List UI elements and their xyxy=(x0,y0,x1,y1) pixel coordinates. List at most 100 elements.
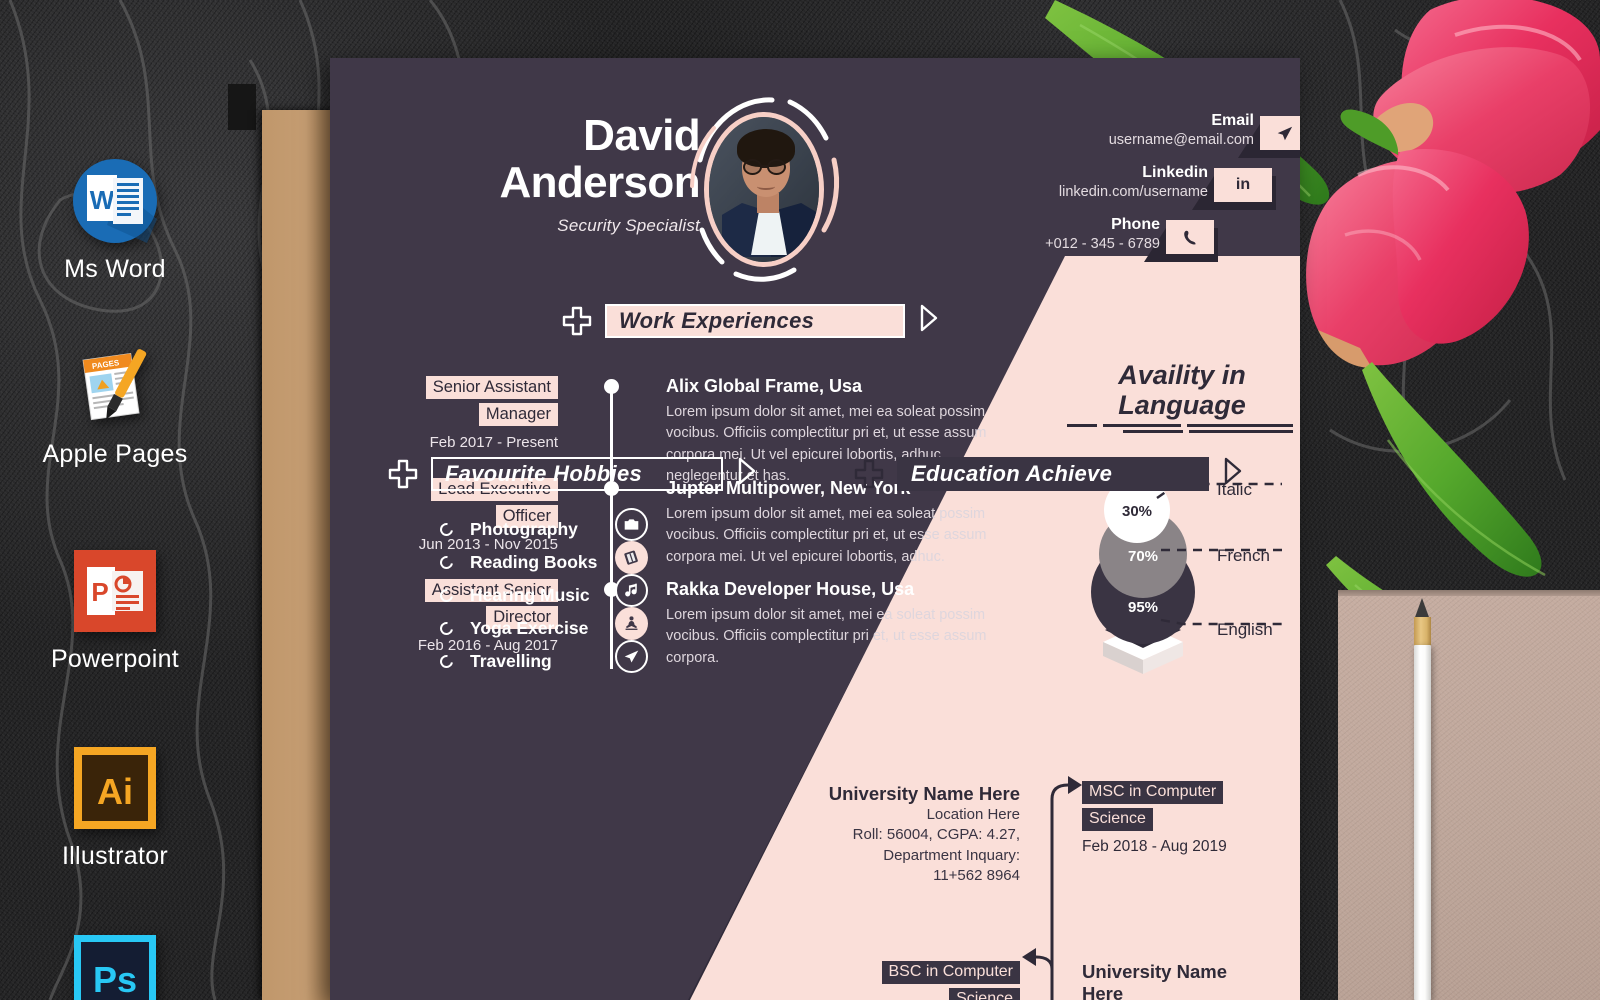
name-block: David Anderson Security Specialist xyxy=(390,111,700,236)
hobby-label: Yoga Exercise xyxy=(470,618,589,638)
plus-icon xyxy=(388,459,418,489)
ms-word-icon: W xyxy=(0,155,230,247)
hobby-item: Reading Books xyxy=(437,546,690,579)
contact-row-phone[interactable]: Phone +012 - 345 - 6789 xyxy=(990,216,1300,272)
first-name: David xyxy=(583,111,700,160)
hobby-bullet-icon xyxy=(437,553,456,572)
contact-text: Phone +012 - 345 - 6789 xyxy=(930,216,1160,254)
education-date: Feb 2018 - Aug 2019 xyxy=(1082,837,1227,855)
language-legend-french: French xyxy=(1217,546,1270,565)
experience-meta: Senior Assistant Manager Feb 2017 - Presen… xyxy=(376,376,558,451)
experience-company: Rakka Developer House, Usa xyxy=(666,579,915,599)
plus-icon xyxy=(854,459,884,489)
camera-icon[interactable] xyxy=(615,508,648,541)
education-degree-2a: BSC in Computer xyxy=(881,961,1020,984)
linkedin-icon[interactable]: in xyxy=(1214,168,1272,202)
contact-value: linkedin.com/username xyxy=(1058,184,1208,201)
desk-surface xyxy=(1338,596,1600,1000)
format-badge-label: Illustrator xyxy=(61,842,169,870)
format-badge-photoshop: Ps Photoshop xyxy=(0,930,230,1000)
education-entry-1-right: MSC in Computer Science Feb 2018 - Aug 2… xyxy=(1082,781,1297,856)
format-badge-label: Powerpoint xyxy=(50,645,180,673)
svg-text:Ai: Ai xyxy=(97,771,133,812)
format-badge-powerpoint: P Powerpoint xyxy=(0,545,230,674)
paper-plane-icon[interactable] xyxy=(615,640,648,673)
hobby-bullet-icon xyxy=(437,619,456,638)
education-entry-2-right: University Name Here Location Here xyxy=(1082,961,1282,1000)
plus-icon xyxy=(562,306,592,336)
hobby-item: Travelling xyxy=(437,645,690,678)
contact-list: Email username@email.com in Linkedin linkedi… xyxy=(990,112,1300,272)
language-legend-english: English xyxy=(1217,620,1273,639)
experience-description: Lorem ipsum dolor sit amet, mei ea solea… xyxy=(666,607,987,666)
chevron-right-icon xyxy=(918,303,940,338)
education-entry-2-left: BSC in Computer Science Feb 2010 - Aug 2… xyxy=(820,961,1020,1000)
education-university-cont: Here xyxy=(1082,983,1124,1000)
experience-detail: Jupter Multipower, New York Lorem ipsum d… xyxy=(666,478,1016,568)
svg-text:Ps: Ps xyxy=(93,959,137,1000)
bubble-french-value: 70% xyxy=(1128,548,1158,565)
section-title-work: Work Experiences xyxy=(605,303,905,338)
paper-stack-shadow xyxy=(228,84,256,130)
contact-row-email[interactable]: Email username@email.com xyxy=(990,112,1300,168)
chevron-right-icon xyxy=(1222,456,1244,491)
language-title: Availity in Language xyxy=(1118,360,1246,421)
education-detail-2: Department Inquary: xyxy=(883,846,1020,864)
hobby-label: Reading Books xyxy=(470,552,598,572)
education-detail-1: Roll: 56004, CGPA: 4.27, xyxy=(852,826,1020,844)
format-badge-ms-word: W Ms Word xyxy=(0,155,230,284)
hobby-bullet-icon xyxy=(437,652,456,671)
experience-company: Alix Global Frame, Usa xyxy=(666,376,863,396)
music-note-icon[interactable] xyxy=(615,574,648,607)
contact-value: username@email.com xyxy=(1108,132,1254,149)
hobby-item: Photography xyxy=(437,513,690,546)
language-chart: Availity in Language 30% 70% 95% Italic … xyxy=(1067,360,1297,674)
education-degree-1a: MSC in Computer xyxy=(1082,781,1224,804)
resume-page: David Anderson Security Specialist Email… xyxy=(330,58,1300,1000)
profile-photo xyxy=(704,112,824,267)
paper-plane-icon[interactable] xyxy=(1260,116,1300,150)
contact-text: Linkedin linkedin.com/username xyxy=(978,164,1208,202)
tulip-lower xyxy=(1306,149,1529,368)
section-header-education: Education Achieve xyxy=(854,456,1244,491)
phone-icon[interactable] xyxy=(1166,220,1214,254)
hobby-item: Yoga Exercise xyxy=(437,612,690,645)
powerpoint-icon: P xyxy=(0,545,230,637)
section-header-work: Work Experiences xyxy=(562,303,940,338)
format-badge-label: Ms Word xyxy=(64,255,166,283)
experience-title-line2: Manager xyxy=(478,403,558,427)
pencil-wood xyxy=(1414,617,1431,647)
bubble-italic-value: 30% xyxy=(1122,503,1152,520)
education-detail-3: 11+562 8964 xyxy=(933,866,1020,884)
contact-value: +012 - 345 - 6789 xyxy=(1045,236,1160,253)
hobby-item: Hearing Music xyxy=(437,579,690,612)
language-bubble-chart: 30% 70% 95% xyxy=(1091,477,1282,674)
format-badge-label: Apple Pages xyxy=(42,440,188,468)
hobby-list: Photography Reading Books Hearing Music Yog… xyxy=(437,513,690,678)
job-title: Security Specialist xyxy=(557,216,700,236)
contact-text: Email username@email.com xyxy=(1024,112,1254,150)
contact-label: Phone xyxy=(1111,216,1160,233)
format-badge-illustrator: Ai Illustrator xyxy=(0,742,230,871)
profile-photo-frame xyxy=(674,90,854,290)
contact-label: Email xyxy=(1211,112,1254,129)
hobby-icon-column xyxy=(615,508,648,673)
education-university: University Name xyxy=(1082,961,1227,982)
section-title-hobbies: Favourite Hobbies xyxy=(431,456,723,491)
apple-pages-icon: PAGES xyxy=(0,340,230,432)
education-degree-2b: Science xyxy=(949,987,1020,1000)
bubble-english-value: 95% xyxy=(1128,599,1158,616)
pencil-body xyxy=(1414,645,1431,1000)
timeline-dot xyxy=(604,379,619,394)
hobby-bullet-icon xyxy=(437,520,456,539)
book-icon[interactable] xyxy=(615,541,648,574)
education-university: University Name Here xyxy=(828,783,1020,804)
contact-row-linkedin[interactable]: in Linkedin linkedin.com/username xyxy=(990,164,1300,220)
yoga-icon[interactable] xyxy=(615,607,648,640)
education-location: Location Here xyxy=(926,806,1020,824)
last-name: Anderson xyxy=(499,157,700,207)
hobby-bullet-icon xyxy=(437,586,456,605)
experience-detail: Rakka Developer House, Usa Lorem ipsum do… xyxy=(666,579,1016,669)
hobby-label: Photography xyxy=(470,519,578,539)
chevron-right-icon xyxy=(736,456,758,491)
